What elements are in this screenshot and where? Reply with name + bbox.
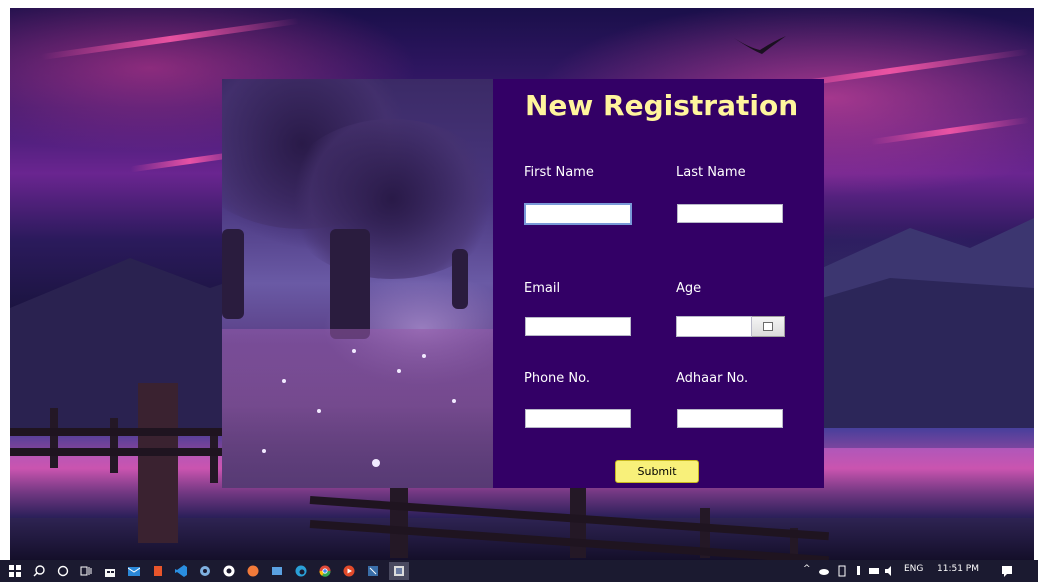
- adhaar-label: Adhaar No.: [676, 371, 749, 386]
- snipping-icon[interactable]: [366, 564, 380, 578]
- first-name-input[interactable]: [524, 203, 632, 225]
- fence-post: [50, 408, 58, 468]
- tree-trunk: [330, 229, 370, 339]
- clock[interactable]: 11:51 PM: [937, 564, 979, 574]
- tree-trunk: [222, 229, 244, 319]
- phone-label: Phone No.: [524, 371, 590, 386]
- age-date-input[interactable]: [676, 316, 752, 337]
- submit-button[interactable]: Submit: [615, 460, 699, 483]
- fence-rail: [10, 428, 240, 436]
- meadow: [222, 329, 493, 488]
- flower: [262, 449, 266, 453]
- bird-silhouette: [734, 36, 786, 54]
- fence-post: [210, 433, 218, 483]
- first-name-label: First Name: [524, 165, 594, 180]
- flower: [372, 459, 380, 467]
- start-icon[interactable]: [8, 564, 22, 578]
- flower: [352, 349, 356, 353]
- sky-streak: [870, 116, 1030, 146]
- age-label: Age: [676, 281, 702, 296]
- language-indicator[interactable]: ENG: [904, 564, 923, 574]
- app-orange-icon[interactable]: [246, 564, 260, 578]
- form-title: New Registration: [525, 89, 799, 122]
- email-label: Email: [524, 281, 561, 296]
- last-name-label: Last Name: [676, 165, 746, 180]
- fence-post: [138, 383, 178, 543]
- calendar-icon: [763, 322, 773, 331]
- taskbar: ^ ENG 11:51 PM: [0, 560, 1038, 582]
- fence-post: [110, 418, 118, 473]
- store-icon[interactable]: [103, 564, 117, 578]
- onedrive-icon[interactable]: [817, 564, 831, 578]
- tray-usb-icon[interactable]: [851, 564, 865, 578]
- tray-app-icon[interactable]: [835, 564, 849, 578]
- email-input[interactable]: [525, 317, 631, 336]
- edge-icon[interactable]: [294, 564, 308, 578]
- volume-icon[interactable]: [883, 564, 897, 578]
- mail-icon[interactable]: [127, 564, 141, 578]
- java-app-icon[interactable]: [389, 562, 409, 580]
- settings-icon[interactable]: [198, 564, 212, 578]
- flower: [282, 379, 286, 383]
- flower: [397, 369, 401, 373]
- media-icon[interactable]: [342, 564, 356, 578]
- forest-photo: [222, 79, 493, 488]
- last-name-input[interactable]: [677, 204, 783, 223]
- adhaar-input[interactable]: [677, 409, 783, 428]
- registration-window: New Registration First Name Last Name Em…: [222, 79, 824, 488]
- search-icon[interactable]: [32, 564, 46, 578]
- notification-icon[interactable]: [1000, 564, 1014, 578]
- photos-icon[interactable]: [270, 564, 284, 578]
- registration-form: New Registration First Name Last Name Em…: [493, 79, 824, 488]
- cortana-icon[interactable]: [56, 564, 70, 578]
- chrome-icon[interactable]: [318, 564, 332, 578]
- date-picker-button[interactable]: [752, 316, 785, 337]
- fence-post: [390, 478, 408, 558]
- flower: [452, 399, 456, 403]
- flower: [317, 409, 321, 413]
- task-view-icon[interactable]: [79, 564, 93, 578]
- github-icon[interactable]: [222, 564, 236, 578]
- network-icon[interactable]: [867, 564, 881, 578]
- flower: [422, 354, 426, 358]
- sky-streak: [40, 17, 300, 61]
- vscode-icon[interactable]: [174, 564, 188, 578]
- fence-rail: [10, 448, 240, 456]
- tree-trunk: [452, 249, 468, 309]
- office-icon[interactable]: [151, 564, 165, 578]
- phone-input[interactable]: [525, 409, 631, 428]
- show-hidden-icons-icon[interactable]: ^: [803, 564, 811, 574]
